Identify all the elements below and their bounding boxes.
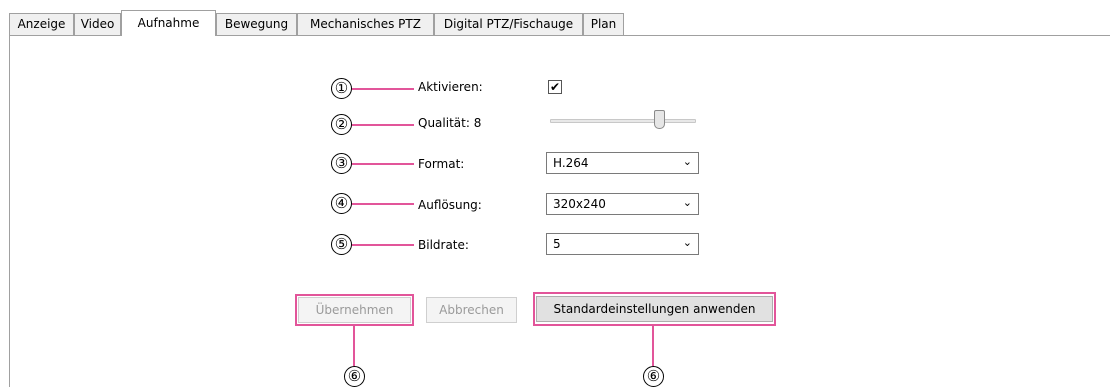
format-label: Format: bbox=[418, 157, 465, 171]
tab-digital-ptz[interactable]: Digital PTZ/Fischauge bbox=[434, 13, 583, 35]
chevron-down-icon: ⌄ bbox=[682, 196, 692, 209]
callout-2: ② bbox=[331, 114, 352, 135]
tab-video[interactable]: Video bbox=[74, 13, 121, 35]
format-select[interactable]: H.264 ⌄ bbox=[546, 152, 699, 174]
callout-line-3 bbox=[352, 163, 414, 165]
quality-slider-handle[interactable] bbox=[654, 110, 665, 129]
callout-line-6a bbox=[353, 326, 355, 366]
callout-6b: ⑥ bbox=[643, 366, 664, 387]
callout-line-2 bbox=[352, 124, 414, 126]
callout-line-4 bbox=[352, 203, 414, 205]
tab-plan[interactable]: Plan bbox=[583, 13, 624, 35]
enable-checkbox[interactable]: ✔ bbox=[548, 80, 562, 94]
tab-bewegung[interactable]: Bewegung bbox=[216, 13, 297, 35]
tab-anzeige[interactable]: Anzeige bbox=[9, 13, 74, 35]
resolution-value: 320x240 bbox=[553, 197, 606, 211]
callout-1: ① bbox=[331, 78, 352, 99]
enable-label: Aktivieren: bbox=[418, 80, 483, 94]
tab-mechanisches-ptz[interactable]: Mechanisches PTZ bbox=[297, 13, 434, 35]
framerate-label: Bildrate: bbox=[418, 238, 469, 252]
callout-4: ④ bbox=[331, 193, 352, 214]
chevron-down-icon: ⌄ bbox=[682, 155, 692, 168]
resolution-select[interactable]: 320x240 ⌄ bbox=[546, 193, 699, 215]
callout-3: ③ bbox=[331, 153, 352, 174]
tab-aufnahme[interactable]: Aufnahme bbox=[121, 10, 216, 36]
quality-slider[interactable] bbox=[550, 119, 696, 123]
framerate-select[interactable]: 5 ⌄ bbox=[546, 233, 699, 255]
chevron-down-icon: ⌄ bbox=[682, 236, 692, 249]
resolution-label: Auflösung: bbox=[418, 198, 482, 212]
callout-highlight-defaults bbox=[533, 292, 776, 326]
format-value: H.264 bbox=[553, 156, 589, 170]
cancel-button[interactable]: Abbrechen bbox=[426, 297, 517, 323]
callout-highlight-apply bbox=[295, 294, 414, 326]
quality-label: Qualität: 8 bbox=[418, 116, 482, 130]
callout-line-1 bbox=[352, 88, 414, 90]
callout-6a: ⑥ bbox=[344, 366, 365, 387]
callout-line-6b bbox=[652, 326, 654, 366]
panel-border bbox=[9, 35, 10, 387]
framerate-value: 5 bbox=[553, 237, 561, 251]
callout-5: ⑤ bbox=[331, 234, 352, 255]
callout-line-5 bbox=[352, 244, 414, 246]
